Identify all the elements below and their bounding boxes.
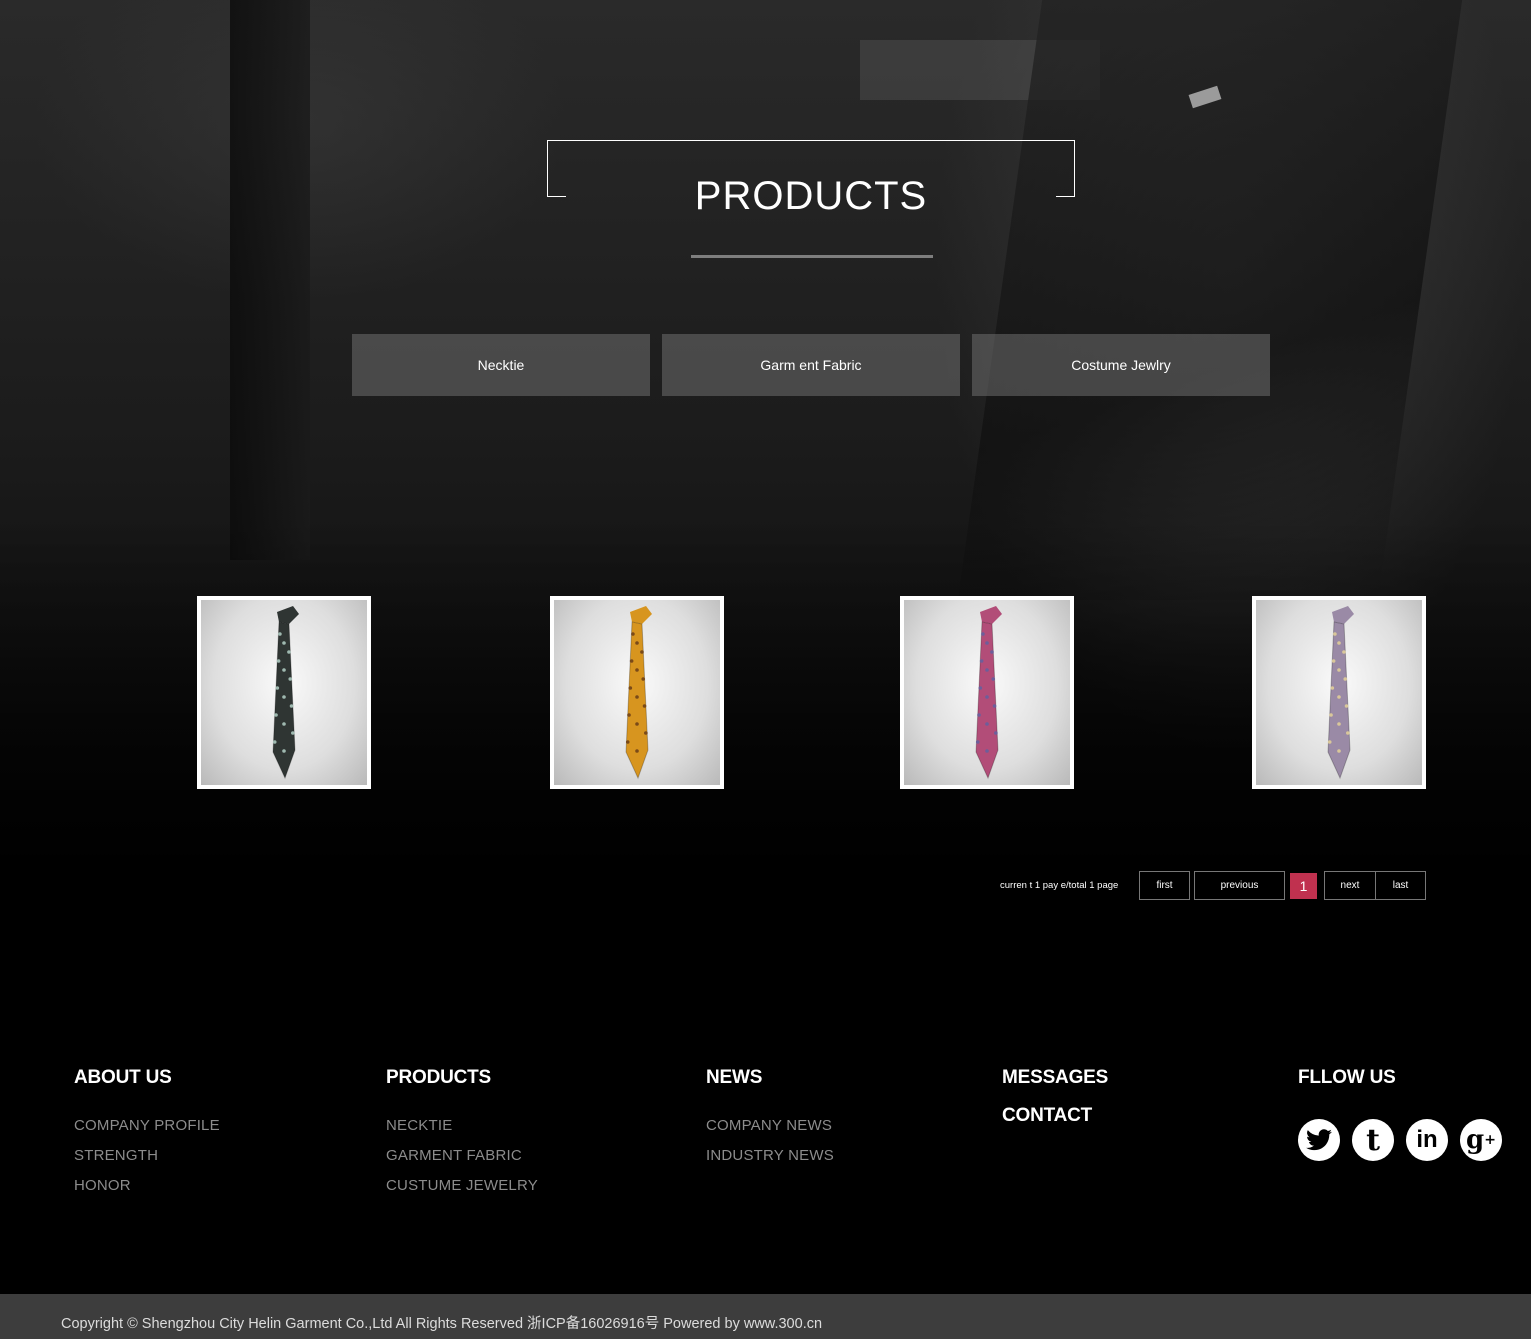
necktie-icon	[975, 606, 1002, 780]
product-thumb[interactable]	[1252, 596, 1426, 789]
title-underline	[691, 255, 933, 258]
product-image	[201, 600, 367, 785]
pagination-previous-button[interactable]: previous	[1194, 871, 1285, 900]
necktie-icon	[272, 606, 299, 780]
twitter-icon[interactable]	[1298, 1119, 1340, 1161]
footer-link-garment-fabric[interactable]: GARMENT FABRIC	[386, 1147, 522, 1164]
pagination-next-button[interactable]: next	[1324, 871, 1376, 900]
product-image	[904, 600, 1070, 785]
footer-link-company-news[interactable]: COMPANY NEWS	[706, 1117, 832, 1134]
copyright-text: Copyright © Shengzhou City Helin Garment…	[61, 1316, 823, 1332]
pagination-current-page[interactable]: 1	[1290, 873, 1317, 899]
product-thumb[interactable]	[550, 596, 724, 789]
product-thumb[interactable]	[197, 596, 371, 789]
footer-link-necktie[interactable]: NECKTIE	[386, 1117, 452, 1134]
footer-link-strength[interactable]: STRENGTH	[74, 1147, 158, 1164]
footer-heading-news[interactable]: NEWS	[706, 1067, 762, 1089]
pagination-info: curren t 1 pay e/total 1 page	[1000, 880, 1119, 891]
footer-heading-follow-us: FLLOW US	[1298, 1067, 1396, 1088]
linkedin-icon[interactable]: in	[1406, 1119, 1448, 1161]
footer-link-costume-jewelry[interactable]: CUSTUME JEWELRY	[386, 1177, 538, 1194]
product-image	[1256, 600, 1422, 785]
footer-heading-about[interactable]: ABOUT US	[74, 1067, 172, 1089]
bg-curtain	[230, 0, 310, 560]
page-title: PRODUCTS	[694, 174, 928, 218]
footer-link-industry-news[interactable]: INDUSTRY NEWS	[706, 1147, 834, 1164]
google-plus-icon[interactable]: g +	[1460, 1119, 1502, 1161]
product-thumb[interactable]	[900, 596, 1074, 789]
tumblr-icon[interactable]: t	[1352, 1119, 1394, 1161]
category-tab-necktie[interactable]: Necktie	[352, 334, 650, 396]
necktie-icon	[1327, 606, 1354, 780]
category-tab-garment-fabric[interactable]: Garm ent Fabric	[662, 334, 960, 396]
necktie-icon	[625, 606, 652, 780]
footer-heading-contact[interactable]: CONTACT	[1002, 1105, 1092, 1127]
footer-link-honor[interactable]: HONOR	[74, 1177, 131, 1194]
product-image	[554, 600, 720, 785]
category-tab-costume-jewelry[interactable]: Costume Jewlry	[972, 334, 1270, 396]
pagination-first-button[interactable]: first	[1139, 871, 1190, 900]
footer-heading-products[interactable]: PRODUCTS	[386, 1067, 491, 1089]
pagination-last-button[interactable]: last	[1375, 871, 1426, 900]
footer-heading-messages[interactable]: MESSAGES	[1002, 1067, 1108, 1089]
footer-link-company-profile[interactable]: COMPANY PROFILE	[74, 1117, 220, 1134]
